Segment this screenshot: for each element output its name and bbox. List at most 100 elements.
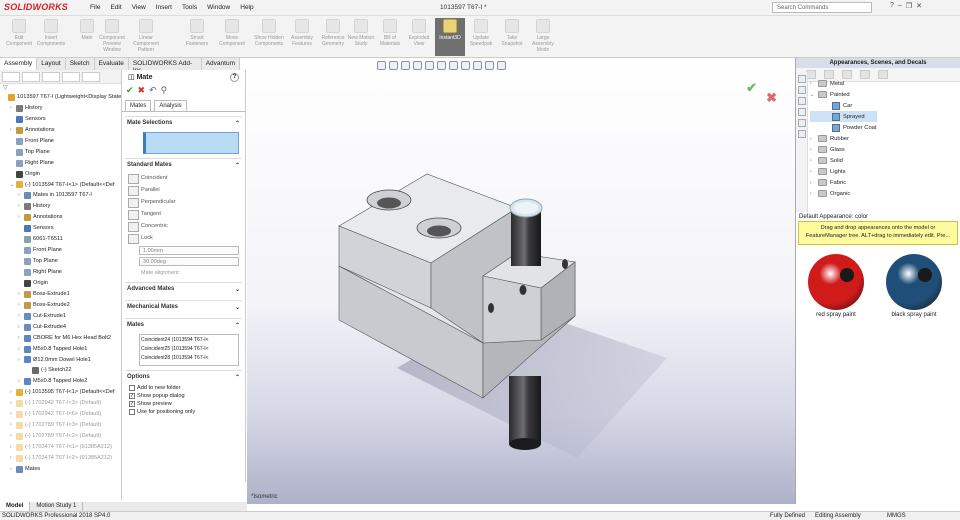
tab-mates[interactable]: Mates (125, 100, 152, 111)
refresh-icon[interactable] (878, 70, 888, 79)
tree-item[interactable]: › Ø12.0mm Dowel Hole1 (0, 355, 121, 366)
mechanical-mates-header[interactable]: Mechanical Mates ⌄ (125, 301, 242, 314)
tab-analysis[interactable]: Analysis (154, 100, 187, 111)
tapped-hole-1[interactable] (519, 285, 527, 295)
feature-manager-tab-icon[interactable] (2, 72, 20, 82)
ok-icon[interactable]: ✔ (126, 85, 134, 96)
linear-pattern-button[interactable]: Linear Component Pattern (131, 18, 161, 56)
appearance-tree-item[interactable]: › Solid (810, 155, 877, 166)
menu-edit[interactable]: Edit (110, 4, 121, 11)
menu-file[interactable]: File (90, 4, 100, 11)
custom-properties-tab-icon[interactable] (798, 130, 806, 138)
perpendicular-mate-button[interactable]: Perpendicular (125, 196, 242, 208)
tangent-mate-button[interactable]: Tangent (125, 208, 242, 220)
solidworks-resources-tab-icon[interactable] (798, 75, 806, 83)
tree-item[interactable]: › History (0, 201, 121, 212)
close-icon[interactable]: ✕ (916, 2, 922, 10)
reference-geometry-button[interactable]: Reference Geometry (318, 18, 348, 56)
expand-arrow-icon[interactable]: › (810, 147, 818, 153)
configuration-manager-tab-icon[interactable] (42, 72, 60, 82)
tree-item[interactable]: › (-) 1702942 T67-I<3> (Default) (0, 398, 121, 409)
expand-arrow-icon[interactable]: › (810, 169, 818, 175)
checkbox-icon[interactable]: ✓ (129, 401, 135, 407)
move-component-button[interactable]: Move Component (217, 18, 247, 56)
file-explorer-tab-icon[interactable] (798, 97, 806, 105)
graphics-area[interactable]: ✔ ✖ *Isometric (247, 58, 795, 504)
appearance-tree-item[interactable]: › Lights (810, 166, 877, 177)
tree-item[interactable]: › (-) 1702789 T67-I<2> (Default) (0, 431, 121, 442)
expand-arrow-icon[interactable]: ⌄ (810, 92, 818, 98)
mates-list[interactable]: Coincident24 (1013594 T67-I< Coincident2… (139, 334, 239, 366)
appearance-tree-item[interactable]: › Fabric (810, 177, 877, 188)
edit-component-button[interactable]: Edit Component (4, 18, 34, 56)
expand-arrow-icon[interactable]: › (810, 81, 818, 87)
pushpin-icon[interactable]: ⚲ (161, 85, 168, 96)
tree-item[interactable]: › M5x0.8 Tapped Hole1 (0, 344, 121, 355)
option-checkbox[interactable]: Use for positioning only (125, 408, 242, 416)
assembly-features-button[interactable]: Assembly Features (287, 18, 317, 56)
search-commands-input[interactable]: Search Commands (772, 2, 872, 13)
property-manager-tab-icon[interactable] (22, 72, 40, 82)
appearance-tree-item[interactable]: › Metal (810, 78, 877, 89)
cancel-icon[interactable]: ✖ (138, 85, 146, 96)
design-library-tab-icon[interactable] (798, 86, 806, 94)
appearance-tree-item[interactable]: › Rubber (810, 133, 877, 144)
tree-item[interactable]: › Mates in 1013597 T67-I (0, 190, 121, 201)
options-header[interactable]: Options ⌃ (125, 371, 242, 384)
tab-layout[interactable]: Layout (37, 58, 66, 70)
tree-item[interactable]: Front Plane (0, 245, 121, 256)
snapshot-button[interactable]: Take Snapshot (497, 18, 527, 56)
tree-item[interactable]: Right Plane (0, 267, 121, 278)
appearance-tree-item[interactable]: › Glass (810, 144, 877, 155)
appearance-swatch[interactable] (808, 254, 864, 310)
bom-button[interactable]: Bill of Materials (375, 18, 405, 56)
tree-item[interactable]: › (-) 1013595 T67-I<1> (Default<<Def (0, 387, 121, 398)
appearance-swatch[interactable] (886, 254, 942, 310)
coincident-mate-button[interactable]: Coincident (125, 172, 242, 184)
mate-list-item[interactable]: Coincident28 (1013594 T67-I< (141, 354, 237, 363)
appearance-tree-item[interactable]: Sprayed (810, 111, 877, 122)
tree-item[interactable]: › History (0, 103, 121, 114)
tree-item[interactable]: Top Plane (0, 256, 121, 267)
speedpak-button[interactable]: Update Speedpak (466, 18, 496, 56)
expand-arrow-icon[interactable]: › (810, 158, 818, 164)
distance-field[interactable]: 1.00mm (139, 246, 239, 255)
solidworks-logo[interactable]: SOLIDWORKS (4, 2, 68, 12)
tree-item[interactable]: › Annotations (0, 212, 121, 223)
tab-motion-study[interactable]: Motion Study 1 (30, 502, 84, 511)
tree-item[interactable]: › (-) 1702942 T67-I<6> (Default) (0, 409, 121, 420)
smart-fasteners-button[interactable]: Smart Fasteners (182, 18, 212, 56)
dimxpert-tab-icon[interactable] (62, 72, 80, 82)
expand-arrow-icon[interactable]: › (810, 136, 818, 142)
appearance-tree-item[interactable]: Powder Coat (810, 122, 877, 133)
tree-item[interactable]: 1013597 T67-I (Lightweight<Display State (0, 92, 121, 103)
option-checkbox[interactable]: Add to new folder (125, 384, 242, 392)
tab-model[interactable]: Model (0, 502, 31, 511)
tree-item[interactable]: › Mates (0, 464, 121, 475)
option-checkbox[interactable]: ✓ Show preview (125, 400, 242, 408)
undo-icon[interactable]: ↶ (149, 85, 157, 96)
tree-item[interactable]: › Boss-Extrude1 (0, 289, 121, 300)
tree-item[interactable]: › CBORE for M6 Hex Head Bolt2 (0, 333, 121, 344)
restore-icon[interactable]: ❐ (906, 2, 912, 10)
insert-components-button[interactable]: Insert Components (36, 18, 66, 56)
mate-list-item[interactable]: Coincident24 (1013594 T67-I< (141, 336, 237, 345)
tree-item[interactable]: Front Plane (0, 136, 121, 147)
tree-item[interactable]: Sensors (0, 223, 121, 234)
parallel-mate-button[interactable]: Parallel (125, 184, 242, 196)
tree-item[interactable]: Top Plane (0, 147, 121, 158)
instant3d-button[interactable]: Instant3D (435, 18, 465, 56)
checkbox-icon[interactable] (129, 385, 135, 391)
mates-header[interactable]: Mates ⌃ (125, 319, 242, 332)
lock-mate-button[interactable]: Lock (125, 232, 242, 244)
checkbox-icon[interactable]: ✓ (129, 393, 135, 399)
tree-item[interactable]: ⌄ (-) 1013594 T67-I<1> (Default<<Def (0, 180, 121, 191)
appearances-tab-icon[interactable] (798, 119, 806, 127)
show-hidden-button[interactable]: Show Hidden Components (254, 18, 284, 56)
checkbox-icon[interactable] (129, 409, 135, 415)
expand-arrow-icon[interactable]: › (810, 191, 818, 197)
tree-item[interactable]: Sensors (0, 114, 121, 125)
large-assembly-button[interactable]: Large Assembly Mode (528, 18, 558, 56)
concentric-mate-button[interactable]: Concentric (125, 220, 242, 232)
tab-sketch[interactable]: Sketch (66, 58, 95, 70)
